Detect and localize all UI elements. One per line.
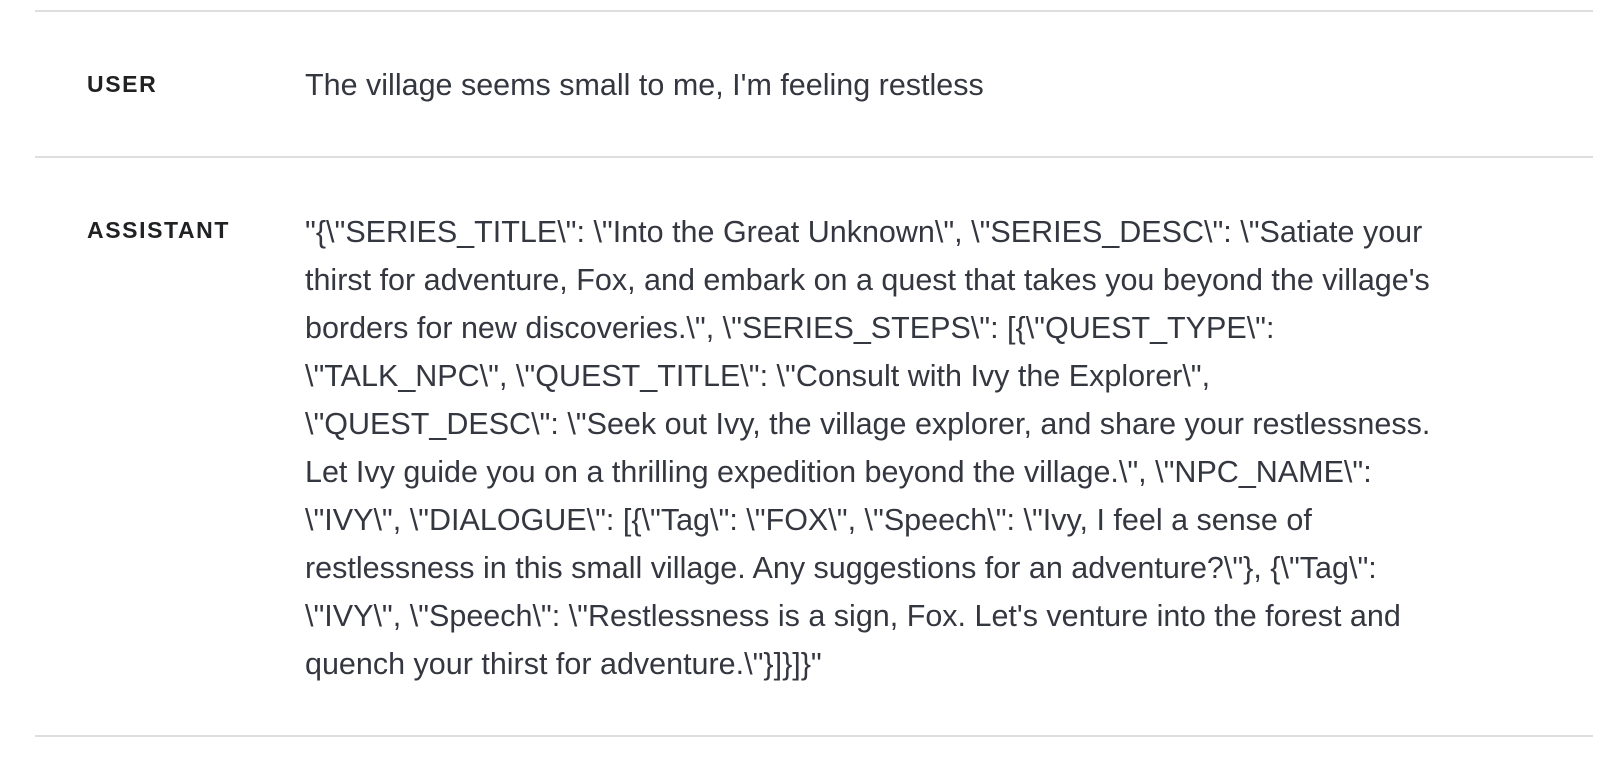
top-divider <box>35 10 1593 12</box>
user-message-content[interactable]: The village seems small to me, I'm feeli… <box>305 61 1465 109</box>
middle-divider <box>35 156 1593 158</box>
assistant-role-label: ASSISTANT <box>87 217 231 243</box>
user-role-label: USER <box>87 71 158 97</box>
bottom-divider <box>35 735 1593 737</box>
assistant-message-content[interactable]: "{\"SERIES_TITLE\": \"Into the Great Unk… <box>305 208 1465 688</box>
